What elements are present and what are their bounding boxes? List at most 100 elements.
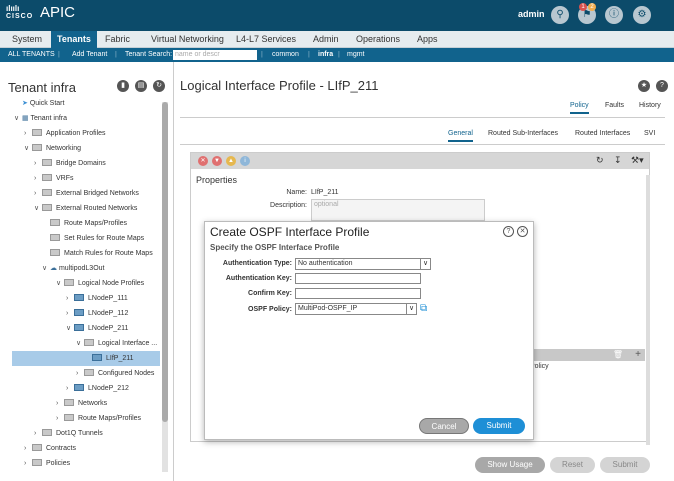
tree-item-logical-interface[interactable]: ∨ Logical Interface ... [76, 336, 157, 351]
tenant-common-link[interactable]: common [272, 51, 299, 58]
app-title: APIC [40, 4, 76, 21]
tree-item-external-routed-networks[interactable]: ∨ External Routed Networks [34, 201, 137, 216]
favorite-star-icon[interactable]: ★ [638, 80, 650, 92]
tenant-search-label: Tenant Search: [125, 51, 173, 58]
menu-fabric[interactable]: Fabric [105, 34, 130, 44]
tree-item-route-maps-profiles[interactable]: Route Maps/Profiles [50, 216, 127, 231]
submit-button-main[interactable]: Submit [600, 457, 650, 473]
shut-icon[interactable]: ▼ [212, 156, 222, 166]
main-menu: System Tenants Fabric Virtual Networking… [0, 31, 674, 48]
auth-type-select[interactable]: No authentication ∨ [295, 258, 431, 270]
tree-item-lnodep-212[interactable]: › LNodeP_212 [66, 381, 129, 396]
confirm-key-input[interactable] [295, 288, 421, 299]
tree-item-external-bridged-networks[interactable]: › External Bridged Networks [34, 186, 139, 201]
all-tenants-link[interactable]: ALL TENANTS [8, 51, 55, 58]
user-menu[interactable]: admin [518, 9, 545, 19]
tree-item-match-rules[interactable]: Match Rules for Route Maps [50, 246, 153, 261]
scrollbar-thumb[interactable] [162, 102, 168, 422]
tree-item-set-rules[interactable]: Set Rules for Route Maps [50, 231, 144, 246]
name-value: LIfP_211 [311, 189, 339, 196]
subtab-routed-interfaces[interactable]: Routed Interfaces [575, 130, 630, 137]
tree-item-logical-node-profiles[interactable]: ∨ Logical Node Profiles [56, 276, 144, 291]
close-icon[interactable]: ✕ [517, 226, 528, 237]
chevron-right-icon: › [56, 415, 59, 422]
open-policy-icon[interactable]: ⧉ [420, 303, 427, 314]
add-tenant-link[interactable]: Add Tenant [72, 51, 107, 58]
submit-button[interactable]: Submit [473, 418, 525, 434]
chevron-right-icon: › [34, 190, 37, 197]
tree-item-multipodl3out[interactable]: ∨ ☁ multipodL3Out [42, 261, 104, 276]
menu-operations[interactable]: Operations [356, 34, 400, 44]
tenant-infra-link[interactable]: infra [318, 51, 333, 58]
name-label: Name: [286, 189, 307, 196]
tenant-mgmt-link[interactable]: mgmt [347, 51, 365, 58]
reset-button[interactable]: Reset [550, 457, 595, 473]
tree-item-lnodep-211[interactable]: ∨ LNodeP_211 [66, 321, 128, 336]
subtab-svi[interactable]: SVI [644, 130, 655, 137]
auth-key-input[interactable] [295, 273, 421, 284]
tenant-search-input[interactable]: name or descr [173, 50, 257, 60]
list-view-icon[interactable]: ▤ [135, 80, 147, 92]
menu-tenants[interactable]: Tenants [51, 31, 97, 48]
panel-toolbar: ✕ ▼ ▲ i ↻ ↧ ⚒▾ [191, 153, 649, 169]
tree-item-lifp-211[interactable]: LIfP_211 [12, 351, 160, 366]
ospf-policy-select[interactable]: MultiPod-OSPF_IP ∨ [295, 303, 417, 315]
tree-item-configured-nodes[interactable]: › Configured Nodes [76, 366, 154, 381]
help-icon[interactable]: ? [503, 226, 514, 237]
tree-item-lnodep-112[interactable]: › LNodeP_112 [66, 306, 128, 321]
info-icon[interactable]: i [240, 156, 250, 166]
tree-item-route-maps-profiles-2[interactable]: › Route Maps/Profiles [56, 411, 141, 426]
add-icon[interactable]: + [635, 349, 641, 360]
tab-history[interactable]: History [639, 102, 661, 109]
navigation-scrollbar[interactable] [162, 102, 168, 472]
menu-virtual-networking[interactable]: Virtual Networking [151, 34, 224, 44]
menu-l4-l7-services[interactable]: L4-L7 Services [236, 34, 296, 44]
trash-icon[interactable]: 🗑 [613, 350, 623, 359]
settings-gear-icon[interactable]: ⚙ [633, 6, 651, 24]
collapse-icon[interactable]: ▮ [117, 80, 129, 92]
help-icon[interactable]: ? [656, 80, 668, 92]
delete-icon[interactable]: ✕ [198, 156, 208, 166]
page-title: Logical Interface Profile - LIfP_211 [180, 78, 379, 93]
menu-apps[interactable]: Apps [417, 34, 438, 44]
warning-icon[interactable]: ▲ [226, 156, 236, 166]
subtab-routed-sub-interfaces[interactable]: Routed Sub-Interfaces [488, 130, 558, 137]
folder-icon [50, 219, 60, 226]
folder-icon [50, 234, 60, 241]
tab-policy[interactable]: Policy [570, 102, 589, 114]
node-icon [74, 384, 84, 391]
refresh-icon[interactable]: ↻ [153, 80, 165, 92]
subtab-general[interactable]: General [448, 130, 473, 142]
chevron-down-icon: ∨ [66, 325, 72, 332]
chevron-right-icon: › [24, 130, 27, 137]
tasks-badge: 2 [588, 3, 596, 11]
alerts-icon[interactable]: ⚑ 1 2 [578, 3, 596, 24]
tree-item-tenant-infra[interactable]: ∨ ▦ Tenant infra [14, 111, 67, 126]
tools-icon[interactable]: ⚒▾ [631, 155, 644, 166]
search-icon[interactable]: ⚲ [551, 6, 569, 24]
show-usage-button[interactable]: Show Usage [475, 457, 545, 473]
chevron-down-icon: ∨ [42, 265, 48, 272]
cancel-button[interactable]: Cancel [419, 418, 469, 434]
tab-faults[interactable]: Faults [605, 102, 624, 109]
tree-item-networking[interactable]: ∨ Networking [24, 141, 81, 156]
tree-item-networks[interactable]: › Networks [56, 396, 107, 411]
tree-item-policies[interactable]: › Policies [24, 456, 70, 471]
tree-item-bridge-domains[interactable]: › Bridge Domains [34, 156, 106, 171]
panel-scrollbar[interactable] [646, 175, 650, 445]
refresh-icon[interactable]: ↻ [596, 155, 604, 166]
tree-item-quick-start[interactable]: ➤ Quick Start [22, 96, 64, 111]
menu-system[interactable]: System [12, 34, 42, 44]
tree-item-lnodep-111[interactable]: › LNodeP_111 [66, 291, 128, 306]
feedback-icon[interactable]: ⓘ [605, 6, 623, 24]
menu-admin[interactable]: Admin [313, 34, 339, 44]
folder-icon [42, 159, 52, 166]
tree-item-contracts[interactable]: › Contracts [24, 441, 76, 456]
description-input[interactable]: optional [311, 199, 485, 221]
folder-icon [50, 249, 60, 256]
tree-item-dot1q-tunnels[interactable]: › Dot1Q Tunnels [34, 426, 103, 441]
node-icon [74, 324, 84, 331]
tree-item-vrfs[interactable]: › VRFs [34, 171, 74, 186]
download-icon[interactable]: ↧ [614, 155, 622, 166]
tree-item-application-profiles[interactable]: › Application Profiles [24, 126, 106, 141]
